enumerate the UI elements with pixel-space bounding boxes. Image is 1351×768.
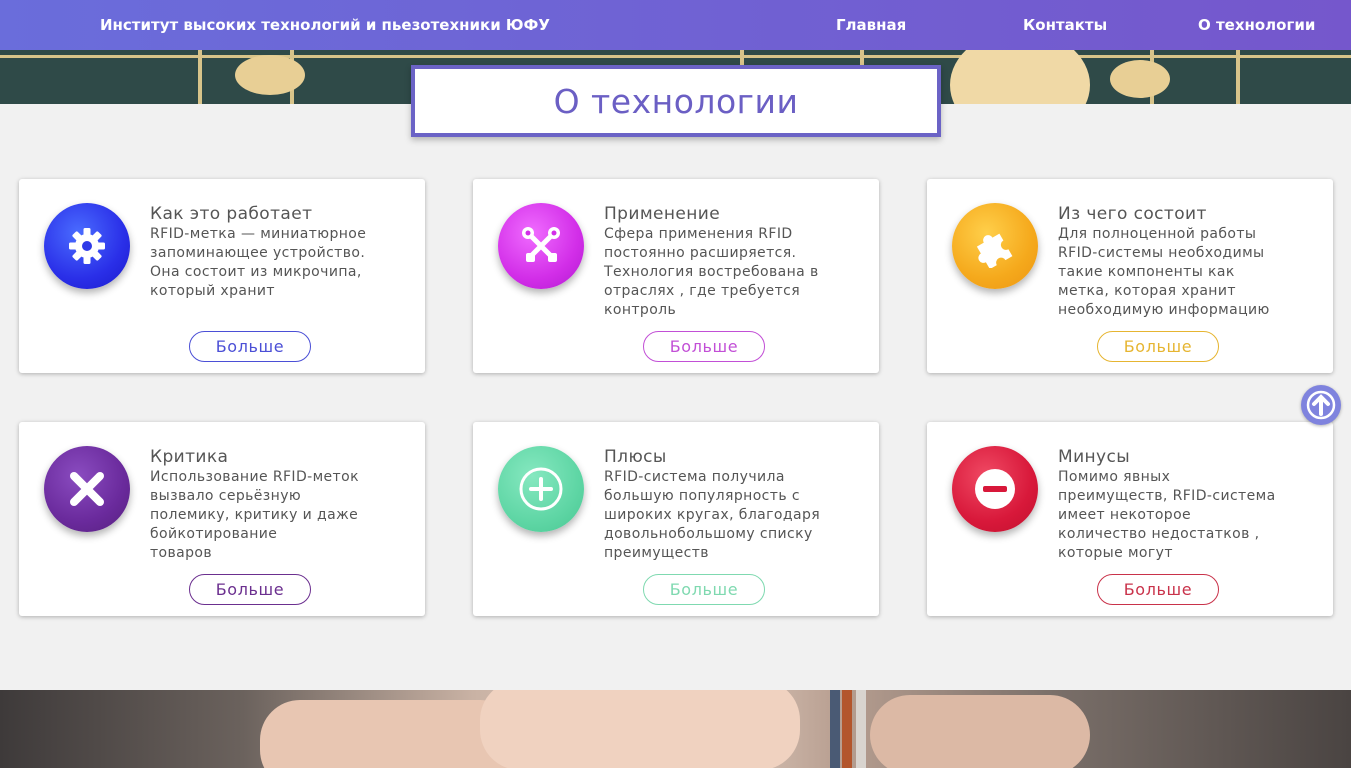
card-description: Помимо явных преимуществ, RFID-система и… [1058, 469, 1276, 561]
card-components: Из чего состоит Для полноценной работы R… [927, 179, 1333, 373]
gear-icon [44, 203, 130, 289]
top-navbar: Институт высоких технологий и пьезотехни… [0, 0, 1351, 50]
section-title: О технологии [411, 65, 941, 137]
card-application: Применение Сфера применения RFID постоян… [473, 179, 879, 373]
nav-link-home[interactable]: Главная [836, 16, 906, 34]
tools-icon [498, 203, 584, 289]
card-description: Для полноценной работы RFID-системы необ… [1058, 226, 1270, 318]
card-description: Использование RFID-меток вызвало серьёзн… [150, 469, 359, 561]
more-button-application[interactable]: Больше [643, 331, 765, 362]
card-description: RFID-метка — миниатюрное запоминающее ус… [150, 226, 367, 299]
more-button-components[interactable]: Больше [1097, 331, 1219, 362]
site-brand[interactable]: Институт высоких технологий и пьезотехни… [100, 16, 550, 34]
puzzle-icon [952, 203, 1038, 289]
card-cons: Минусы Помимо явных преимуществ, RFID-си… [927, 422, 1333, 616]
more-button-criticism[interactable]: Больше [189, 574, 311, 605]
section-title-text: О технологии [553, 81, 799, 121]
card-title: Как это работает [150, 204, 313, 224]
card-title: Плюсы [604, 447, 667, 467]
arrow-up-icon [1306, 390, 1336, 420]
card-description: Сфера применения RFID постоянно расширяе… [604, 226, 819, 318]
bottom-background-photo [0, 690, 1351, 768]
card-description: RFID-система получила большую популярнос… [604, 469, 821, 561]
plus-icon [498, 446, 584, 532]
minus-icon [952, 446, 1038, 532]
close-icon [44, 446, 130, 532]
more-button-pros[interactable]: Больше [643, 574, 765, 605]
scroll-to-top-button[interactable] [1301, 385, 1341, 425]
card-title: Минусы [1058, 447, 1131, 467]
nav-link-contacts[interactable]: Контакты [1023, 16, 1107, 34]
card-how-it-works: Как это работает RFID-метка — миниатюрно… [19, 179, 425, 373]
card-title: Применение [604, 204, 721, 224]
card-criticism: Критика Использование RFID-меток вызвало… [19, 422, 425, 616]
card-title: Из чего состоит [1058, 204, 1207, 224]
more-button-how-it-works[interactable]: Больше [189, 331, 311, 362]
nav-link-about-technology[interactable]: О технологии [1198, 16, 1315, 34]
more-button-cons[interactable]: Больше [1097, 574, 1219, 605]
card-title: Критика [150, 447, 229, 467]
card-pros: Плюсы RFID-система получила большую попу… [473, 422, 879, 616]
